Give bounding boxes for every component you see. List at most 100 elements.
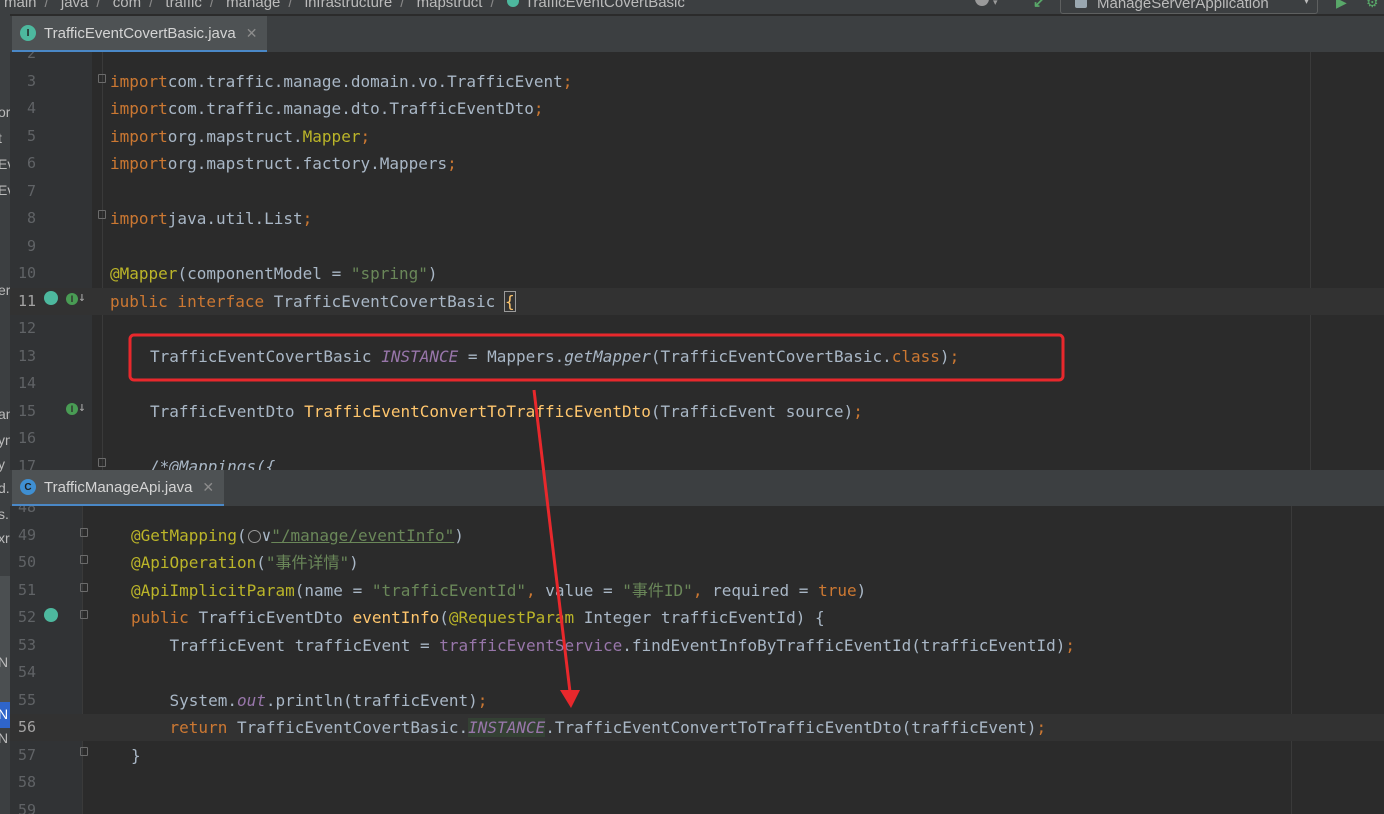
code-line[interactable]: 58	[10, 769, 1384, 796]
fold-marker[interactable]	[80, 528, 88, 537]
project-item-fragment[interactable]: er	[0, 282, 10, 298]
close-icon[interactable]: ✕	[202, 479, 214, 496]
implemented-icon[interactable]: I	[66, 403, 78, 415]
line-number: 3	[26, 71, 36, 90]
down-arrow-icon[interactable]: ↓	[78, 400, 86, 415]
fold-marker[interactable]	[80, 583, 88, 592]
back-arrow-icon[interactable]: ↙	[1033, 0, 1045, 11]
run-icon[interactable]: ▶	[1336, 0, 1347, 11]
code-token: TrafficEventCovertBasic.	[236, 718, 469, 737]
project-item-fragment[interactable]: yn	[0, 432, 10, 448]
code-line[interactable]: 57}	[10, 742, 1384, 769]
code-token: (	[236, 525, 247, 545]
breadcrumb-item[interactable]: infrastructure	[305, 0, 393, 11]
breadcrumb[interactable]: main / java / com / traffic / manage / infras…	[4, 0, 685, 11]
line-number: 58	[17, 773, 36, 791]
code-line[interactable]: 50 @ApiOperation("事件详情")	[10, 549, 1384, 576]
line-number: 14	[17, 374, 36, 392]
close-icon[interactable]: ✕	[246, 25, 258, 42]
code-line[interactable]: 4 importcom.traffic.manage.dto.TrafficEve…	[10, 95, 1384, 122]
code-line[interactable]: 15 TrafficEventDto TrafficEventConvertToT…	[10, 398, 1384, 425]
code-line[interactable]: 55 System.out.println(trafficEvent);	[10, 687, 1384, 714]
spring-bean-icon[interactable]	[44, 608, 58, 622]
spring-bean-icon[interactable]	[44, 291, 58, 305]
code-line[interactable]: 52 public TrafficEventDto eventInfo(@Requ…	[10, 604, 1384, 631]
code-line[interactable]: 13 TrafficEventCovertBasic INSTANCE = Map…	[10, 343, 1384, 370]
code-token: (componentModel =	[177, 264, 351, 283]
project-item-fragment[interactable]: N	[0, 706, 8, 722]
code-token: TrafficEvent trafficEvent =	[131, 635, 440, 655]
code-line[interactable]: 6 importorg.mapstruct.factory.Mappers;	[10, 150, 1384, 177]
chevron-down-icon[interactable]: ▾	[993, 0, 998, 8]
code-line[interactable]: 48	[10, 506, 1384, 521]
project-item-fragment[interactable]: an	[0, 406, 10, 422]
project-item-fragment[interactable]: xr	[0, 530, 10, 546]
project-item-fragment[interactable]: Ev	[0, 182, 10, 198]
code-text: TrafficEventCovertBasic INSTANCE = Mappe…	[150, 343, 959, 370]
fold-marker[interactable]	[80, 610, 88, 619]
line-number: 13	[17, 346, 36, 365]
code-token: ;	[949, 346, 960, 366]
code-line[interactable]: 49 @GetMapping(∨"/manage/eventInfo")	[10, 522, 1384, 549]
editor-pane-bottom[interactable]: 48 49 @GetMapping(∨"/manage/eventInfo") 50 @…	[10, 506, 1384, 814]
breadcrumb-item[interactable]: main	[4, 0, 37, 11]
code-token: trafficEventService	[439, 635, 623, 655]
code-line[interactable]: 53 TrafficEvent trafficEvent = trafficEv…	[10, 632, 1384, 659]
code-line[interactable]: 51 @ApiImplicitParam(name = "trafficEvent…	[10, 577, 1384, 604]
fold-marker[interactable]	[98, 74, 106, 83]
code-token: (TrafficEvent source)	[650, 401, 854, 421]
selected-tree-row[interactable]	[0, 576, 10, 702]
project-item-fragment[interactable]: or	[0, 104, 10, 120]
code-line[interactable]: 14	[10, 370, 1384, 397]
code-line[interactable]: 9	[10, 233, 1384, 260]
tab-traffic-event-covert-basic[interactable]: I TrafficEventCovertBasic.java ✕	[12, 16, 268, 53]
project-item-fragment[interactable]: t	[0, 130, 2, 146]
code-token: ;	[447, 154, 457, 173]
globe-icon[interactable]	[247, 529, 261, 543]
editor-pane-top[interactable]: 2 3 importcom.traffic.manage.domain.vo.Tra…	[10, 52, 1384, 470]
implemented-icon[interactable]: I	[66, 293, 78, 305]
breadcrumb-item[interactable]: traffic	[165, 0, 201, 11]
line-number: 17	[17, 456, 36, 471]
code-token: ;	[1065, 635, 1076, 655]
fold-marker[interactable]	[80, 747, 88, 756]
code-line[interactable]: 11 public interface TrafficEventCovertBas…	[10, 287, 1384, 315]
code-line[interactable]: 17 /*@Mappings({	[10, 453, 1384, 471]
project-item-fragment[interactable]: y	[0, 456, 5, 472]
user-icon[interactable]	[975, 0, 989, 6]
code-line[interactable]: 2	[10, 52, 1384, 67]
breadcrumb-item[interactable]: java	[61, 0, 89, 11]
line-number: 48	[17, 506, 36, 516]
code-token: (TrafficEventCovertBasic.	[650, 346, 892, 366]
project-item-fragment[interactable]: d.	[0, 480, 10, 496]
project-item-fragment[interactable]: Ev	[0, 156, 10, 172]
code-line[interactable]: 7	[10, 178, 1384, 205]
code-token: INSTANCE	[381, 346, 459, 366]
project-item-fragment[interactable]: s.	[0, 506, 9, 522]
code-line[interactable]: 59	[10, 797, 1384, 814]
debug-icon[interactable]: ⚙	[1366, 0, 1379, 11]
code-line[interactable]: 12	[10, 315, 1384, 342]
code-token: @ApiOperation	[131, 553, 257, 572]
run-config-selector[interactable]: ManageServerApplication ▾	[1060, 0, 1318, 14]
tab-traffic-manage-api[interactable]: C TrafficManageApi.java ✕	[12, 470, 225, 507]
fold-marker[interactable]	[98, 458, 106, 467]
breadcrumb-item[interactable]: manage	[226, 0, 280, 11]
code-token: ,	[692, 580, 713, 600]
code-line[interactable]: 10 @Mapper(componentModel = "spring")	[10, 260, 1384, 287]
fold-marker[interactable]	[98, 210, 106, 219]
breadcrumb-item[interactable]: TrafficEventCovertBasic	[525, 0, 685, 11]
code-line[interactable]: 16	[10, 425, 1384, 452]
code-line[interactable]: 56 return TrafficEventCovertBasic.INSTAN…	[10, 714, 1384, 741]
project-item-fragment[interactable]: N	[0, 654, 8, 670]
code-line[interactable]: 3 importcom.traffic.manage.domain.vo.Traf…	[10, 68, 1384, 95]
breadcrumb-item[interactable]: com	[113, 0, 141, 11]
code-line[interactable]: 8 importjava.util.List;	[10, 205, 1384, 232]
project-item-fragment[interactable]: N	[0, 730, 8, 746]
down-arrow-icon[interactable]: ↓	[78, 290, 86, 305]
fold-marker[interactable]	[80, 555, 88, 564]
code-token: .TrafficEventConvertToTrafficEventDto(tr…	[545, 718, 1037, 737]
code-line[interactable]: 5 importorg.mapstruct.Mapper;	[10, 123, 1384, 150]
code-line[interactable]: 54	[10, 659, 1384, 686]
breadcrumb-item[interactable]: mapstruct	[417, 0, 483, 11]
